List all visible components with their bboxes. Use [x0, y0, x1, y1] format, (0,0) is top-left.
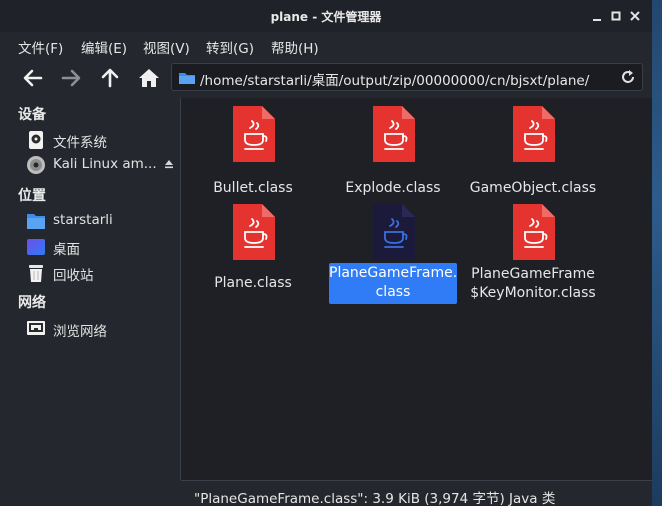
file-name: GameObject.class	[469, 180, 597, 196]
back-arrow-icon	[23, 69, 43, 87]
file-name-line: PlaneGameFrame	[471, 266, 595, 282]
title-bar[interactable]: plane - 文件管理器	[0, 0, 652, 32]
location-bar[interactable]: /home/starstarli/桌面/output/zip/00000000/…	[171, 63, 643, 91]
optical-disc-icon	[27, 156, 45, 174]
status-text: "PlaneGameFrame.class": 3.9 KiB (3,974 字…	[194, 491, 556, 506]
minimize-button[interactable]	[590, 9, 604, 23]
up-arrow-icon	[101, 68, 119, 88]
sidebar-item-filesystem[interactable]: 文件系统	[24, 129, 176, 151]
home-folder-icon	[27, 214, 45, 229]
sidebar-heading-network: 网络	[18, 295, 46, 311]
sidebar-item-desktop[interactable]: 桌面	[24, 236, 176, 258]
file-view: Bullet.class Explode.class GameObject.cl…	[181, 98, 652, 480]
sidebar-item-browse-network[interactable]: 浏览网络	[24, 318, 176, 340]
network-icon	[27, 321, 45, 335]
eject-icon[interactable]	[164, 159, 174, 169]
menu-help[interactable]: 帮助(H)	[271, 37, 319, 57]
file-name: Bullet.class	[213, 180, 293, 196]
file-name: Explode.class	[345, 180, 441, 196]
sidebar-item-label: 回收站	[53, 268, 94, 284]
minimize-icon	[593, 19, 601, 21]
file-name: PlaneGameFrame. class	[329, 263, 457, 304]
toolbar: /home/starstarli/桌面/output/zip/00000000/…	[0, 58, 652, 98]
sidebar-item-kali-disc[interactable]: Kali Linux am...	[24, 154, 176, 176]
folder-icon	[179, 73, 195, 84]
sidebar-heading-places: 位置	[18, 188, 46, 204]
java-file-icon	[373, 204, 415, 260]
status-bar: "PlaneGameFrame.class": 3.9 KiB (3,974 字…	[181, 480, 652, 506]
forward-arrow-icon	[61, 69, 81, 87]
sidebar-item-label: Kali Linux am...	[53, 156, 157, 172]
file-name-line: $KeyMonitor.class	[470, 285, 596, 301]
java-file-icon	[233, 204, 275, 260]
java-file-icon	[373, 106, 415, 162]
window-title: plane - 文件管理器	[270, 10, 382, 24]
file-manager-window: plane - 文件管理器 文件(F) 编辑(E) 视图(V) 转到(G) 帮助…	[0, 0, 652, 506]
menu-bar: 文件(F) 编辑(E) 视图(V) 转到(G) 帮助(H)	[0, 32, 652, 58]
file-name-line: class	[375, 284, 411, 300]
java-file-icon	[513, 106, 555, 162]
file-name: PlaneGameFrame $KeyMonitor.class	[463, 265, 603, 303]
back-button[interactable]	[20, 65, 46, 91]
up-button[interactable]	[97, 65, 123, 91]
close-icon	[630, 11, 640, 21]
sidebar-item-label: 文件系统	[53, 135, 107, 151]
menu-go[interactable]: 转到(G)	[206, 37, 254, 57]
sidebar-heading-devices: 设备	[18, 107, 46, 123]
sidebar-item-trash[interactable]: 回收站	[24, 262, 176, 284]
file-name: Plane.class	[214, 275, 292, 291]
desktop-icon	[27, 239, 45, 255]
forward-button[interactable]	[58, 65, 84, 91]
maximize-icon	[611, 11, 621, 21]
home-button[interactable]	[136, 65, 162, 91]
trash-icon	[29, 265, 43, 282]
sidebar: 设备 文件系统 Kali Linux am... 位置 starstarli 桌…	[0, 98, 180, 506]
sidebar-item-label: 浏览网络	[53, 324, 107, 340]
location-path[interactable]: /home/starstarli/桌面/output/zip/00000000/…	[200, 69, 589, 89]
home-icon	[139, 69, 159, 87]
reload-icon	[622, 70, 634, 83]
file-name-line: PlaneGameFrame.	[329, 265, 458, 281]
java-file-icon	[233, 106, 275, 162]
java-file-icon	[513, 204, 555, 260]
maximize-button[interactable]	[609, 9, 623, 23]
sidebar-item-label: 桌面	[53, 242, 80, 258]
sidebar-item-label: starstarli	[53, 212, 113, 228]
menu-file[interactable]: 文件(F)	[18, 37, 63, 57]
desktop-background	[652, 0, 662, 506]
harddrive-icon	[29, 131, 43, 149]
menu-view[interactable]: 视图(V)	[143, 37, 190, 57]
sidebar-item-home[interactable]: starstarli	[24, 210, 176, 232]
menu-edit[interactable]: 编辑(E)	[81, 37, 127, 57]
close-button[interactable]	[628, 9, 642, 23]
